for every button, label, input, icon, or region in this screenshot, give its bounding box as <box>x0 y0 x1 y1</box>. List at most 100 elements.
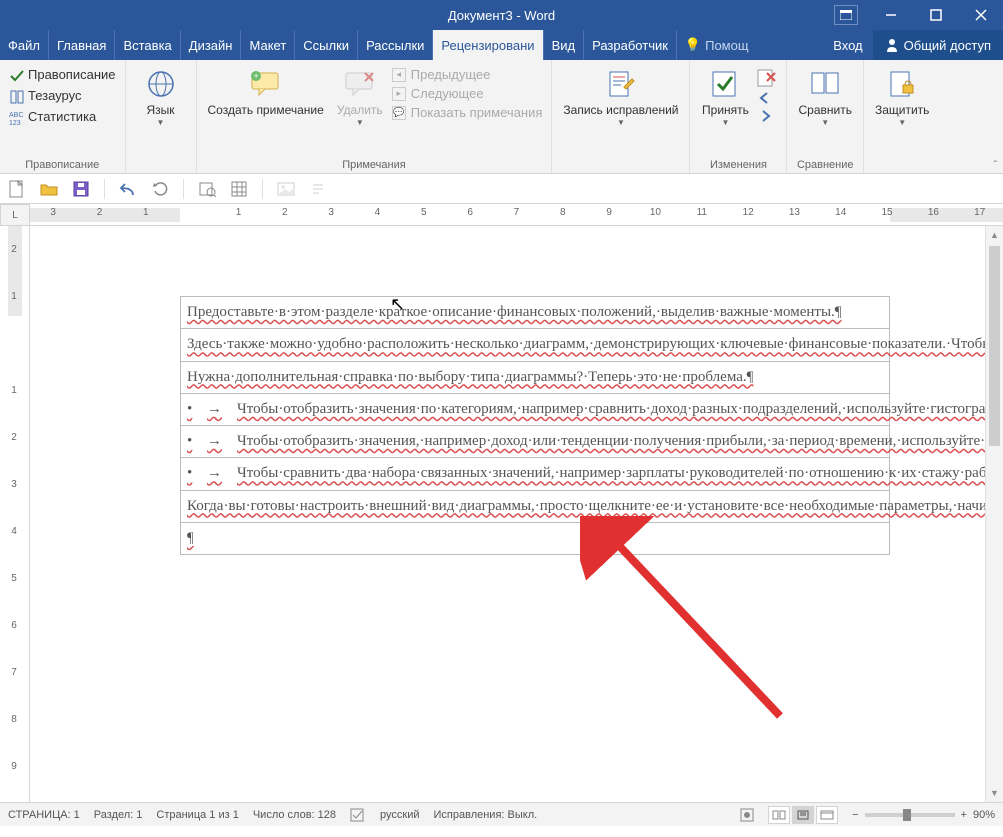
minimize-icon[interactable] <box>868 0 913 30</box>
read-mode-icon[interactable] <box>768 806 790 824</box>
status-section[interactable]: Раздел: 1 <box>94 809 143 821</box>
print-layout-icon[interactable] <box>792 806 814 824</box>
status-bar: СТРАНИЦА: 1 Раздел: 1 Страница 1 из 1 Чи… <box>0 802 1003 826</box>
paragraph[interactable]: Здесь·также·можно·удобно·расположить·нес… <box>187 336 1003 352</box>
next-icon <box>757 109 777 123</box>
tab-developer[interactable]: Разработчик <box>584 30 677 60</box>
group-proofing: Правописание Тезаурус ABC123Статистика П… <box>0 60 126 173</box>
zoom-handle[interactable] <box>903 809 911 821</box>
new-comment-button[interactable]: + Создать примечание <box>202 63 330 121</box>
reject-button[interactable] <box>757 69 777 87</box>
list-item[interactable]: Чтобы·отобразить·значения,·например·дохо… <box>237 430 1003 453</box>
next-change-button[interactable] <box>757 109 777 123</box>
zoom-in-icon[interactable]: + <box>961 809 967 821</box>
ruler-vertical[interactable]: 2112345678910 <box>0 226 30 802</box>
sign-in[interactable]: Вход <box>823 30 872 60</box>
chevron-down-icon: ▼ <box>898 118 906 127</box>
paragraph[interactable]: Когда·вы·готовы·настроить·внешний·вид·ди… <box>187 498 1003 514</box>
tab-review[interactable]: Рецензировани <box>433 30 543 60</box>
zoom-value[interactable]: 90% <box>973 809 995 821</box>
page: Предоставьте·в·этом·разделе·краткое·опис… <box>180 296 890 555</box>
maximize-icon[interactable] <box>913 0 958 30</box>
status-page-of[interactable]: Страница 1 из 1 <box>156 809 238 821</box>
paragraph-icon[interactable] <box>309 180 327 198</box>
table[interactable]: Предоставьте·в·этом·разделе·краткое·опис… <box>180 296 890 555</box>
ribbon-options-icon[interactable] <box>834 5 858 25</box>
compare-button[interactable]: Сравнить ▼ <box>792 63 857 131</box>
chevron-down-icon: ▼ <box>722 118 730 127</box>
close-icon[interactable] <box>958 0 1003 30</box>
status-words[interactable]: Число слов: 128 <box>253 809 336 821</box>
scrollbar-vertical[interactable]: ▲ ▼ <box>985 226 1003 802</box>
tab-layout[interactable]: Макет <box>241 30 295 60</box>
globe-icon <box>144 67 178 101</box>
scroll-down-icon[interactable]: ▼ <box>986 784 1003 802</box>
scroll-thumb[interactable] <box>989 246 1000 446</box>
group-label: Правописание <box>5 157 120 173</box>
scroll-up-icon[interactable]: ▲ <box>986 226 1003 244</box>
page-canvas[interactable]: Предоставьте·в·этом·разделе·краткое·опис… <box>30 226 1003 802</box>
tab-design[interactable]: Дизайн <box>181 30 242 60</box>
group-comments: + Создать примечание Удалить ▼ ◂Предыдущ… <box>197 60 553 173</box>
thesaurus-button[interactable]: Тезаурус <box>9 88 116 103</box>
macro-icon[interactable] <box>740 808 754 822</box>
group-language: Язык ▼ <box>126 60 197 173</box>
save-icon[interactable] <box>72 180 90 198</box>
group-tracking: Запись исправлений ▼ <box>552 60 690 173</box>
previous-comment-button[interactable]: ◂Предыдущее <box>392 67 543 82</box>
tab-references[interactable]: Ссылки <box>295 30 358 60</box>
list-item[interactable]: Чтобы·отобразить·значения·по·категориям,… <box>237 398 1003 421</box>
new-doc-icon[interactable] <box>8 180 26 198</box>
track-icon <box>604 67 638 101</box>
next-comment-button[interactable]: ▸Следующее <box>392 86 543 101</box>
picture-icon[interactable] <box>277 180 295 198</box>
status-proof-icon[interactable] <box>350 808 366 822</box>
show-comments-button[interactable]: 💬Показать примечания <box>392 105 543 120</box>
prev-icon <box>757 91 777 105</box>
prev-change-button[interactable] <box>757 91 777 105</box>
zoom-slider[interactable]: − + 90% <box>852 809 995 821</box>
status-language[interactable]: русский <box>380 809 419 821</box>
spelling-button[interactable]: Правописание <box>9 67 116 82</box>
protect-button[interactable]: Защитить ▼ <box>869 63 935 131</box>
redo-icon[interactable] <box>151 180 169 198</box>
list-item[interactable]: Чтобы·сравнить·два·набора·связанных·знач… <box>237 462 1003 485</box>
zoom-out-icon[interactable]: − <box>852 809 858 821</box>
tab-mailings[interactable]: Рассылки <box>358 30 433 60</box>
tab-selector[interactable]: L <box>0 204 30 226</box>
title-bar: Документ3 - Word <box>0 0 1003 30</box>
bulb-icon: 💡 <box>685 37 701 53</box>
ribbon-tabs: Файл Главная Вставка Дизайн Макет Ссылки… <box>0 30 1003 60</box>
table-icon[interactable] <box>230 180 248 198</box>
open-icon[interactable] <box>40 180 58 198</box>
tab-view[interactable]: Вид <box>544 30 585 60</box>
print-preview-icon[interactable] <box>198 180 216 198</box>
undo-icon[interactable] <box>119 180 137 198</box>
share-button[interactable]: Общий доступ <box>873 30 1003 60</box>
tab-insert[interactable]: Вставка <box>115 30 180 60</box>
language-button[interactable]: Язык ▼ <box>131 63 191 131</box>
accept-button[interactable]: Принять ▼ <box>695 63 755 131</box>
web-layout-icon[interactable] <box>816 806 838 824</box>
status-page[interactable]: СТРАНИЦА: 1 <box>8 809 80 821</box>
track-changes-button[interactable]: Запись исправлений ▼ <box>557 63 684 131</box>
collapse-ribbon-icon[interactable]: ˆ <box>994 160 997 171</box>
tell-me[interactable]: 💡Помощ <box>677 30 757 60</box>
group-label: Примечания <box>202 157 547 173</box>
reject-icon <box>757 69 777 87</box>
ruler-horizontal: L 3211234567891011121314151617 <box>0 204 1003 226</box>
paragraph[interactable]: ¶ <box>187 530 194 546</box>
tab-file[interactable]: Файл <box>0 30 49 60</box>
delete-comment-button[interactable]: Удалить ▼ <box>330 63 390 131</box>
status-track[interactable]: Исправления: Выкл. <box>434 809 538 821</box>
comment-new-icon: + <box>249 67 283 101</box>
paragraph[interactable]: Предоставьте·в·этом·разделе·краткое·опис… <box>187 304 842 320</box>
book-icon <box>9 89 23 103</box>
group-protect: Защитить ▼ <box>864 60 940 173</box>
chevron-down-icon: ▼ <box>356 118 364 127</box>
tab-home[interactable]: Главная <box>49 30 115 60</box>
paragraph[interactable]: Нужна·дополнительная·справка·по·выбору·т… <box>187 369 753 385</box>
chevron-down-icon: ▼ <box>821 118 829 127</box>
statistics-button[interactable]: ABC123Статистика <box>9 109 116 124</box>
accept-icon <box>708 67 742 101</box>
